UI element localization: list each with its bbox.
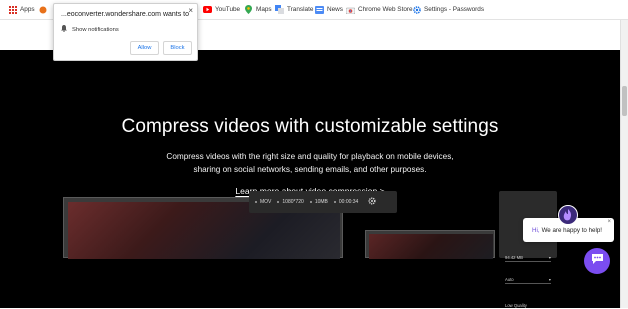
chat-greeting-text: We are happy to help! — [541, 226, 602, 234]
bookmark-label: Translate — [287, 6, 314, 13]
auto-value: Auto — [505, 277, 514, 282]
chat-greeting-hi: Hi, — [532, 226, 540, 234]
chat-agent-avatar — [558, 205, 578, 225]
bookmark-translate[interactable]: Translate — [275, 5, 313, 14]
translate-icon — [275, 5, 284, 14]
allow-button[interactable]: Allow — [130, 41, 159, 55]
bookmark-label: Chrome Web Store — [358, 6, 413, 13]
compression-settings-strip: MOV 1080*720 10MB 00:00:34 — [249, 191, 397, 213]
chat-open-button[interactable] — [584, 248, 610, 274]
bell-icon — [61, 25, 67, 34]
page-scrollbar[interactable] — [620, 20, 628, 308]
bookmark-apps[interactable]: Apps — [8, 5, 35, 14]
bookmark-partial[interactable] — [38, 5, 47, 14]
resolution-setting[interactable]: 1080*720 — [277, 199, 304, 205]
bookmark-maps[interactable]: Maps — [244, 5, 272, 14]
block-button[interactable]: Block — [163, 41, 192, 55]
video-thumbnail-small — [369, 234, 493, 259]
duration-setting[interactable]: 00:00:34 — [333, 199, 358, 205]
video-preview-small — [365, 230, 495, 259]
hero-description-line-2: sharing on social networks, sending emai… — [193, 164, 427, 174]
apps-grid-icon — [8, 5, 17, 14]
file-size-value: 94.42 MB — [505, 255, 523, 260]
bookmark-label: Settings - Passwords — [424, 6, 485, 13]
chat-close-icon[interactable]: × — [607, 219, 611, 225]
hero-title: Compress videos with customizable settin… — [121, 116, 499, 137]
chrome-web-store-icon — [346, 5, 355, 14]
gear-icon[interactable] — [368, 197, 376, 207]
bookmark-youtube[interactable]: YouTube — [203, 5, 240, 14]
notification-permission-popup: ...eoconverter.wondershare.com wants to … — [53, 3, 198, 61]
bookmark-label: Maps — [256, 6, 272, 13]
bookmark-settings-passwords[interactable]: Settings - Passwords — [412, 5, 484, 14]
bookmark-label: YouTube — [215, 6, 241, 13]
quality-label-text: Low Quality — [505, 302, 527, 308]
scrollbar-thumb[interactable] — [622, 86, 627, 116]
chevron-down-icon: ▾ — [548, 277, 551, 282]
notification-prompt-title: ...eoconverter.wondershare.com wants to — [61, 11, 190, 18]
hero-section: Compress videos with customizable settin… — [0, 50, 620, 308]
settings-icon — [412, 5, 421, 14]
size-setting[interactable]: 10MB — [309, 199, 328, 205]
auto-select[interactable]: Auto ▾ — [505, 276, 551, 284]
close-icon[interactable]: × — [188, 6, 193, 15]
bookmark-apps-label: Apps — [20, 6, 35, 13]
bookmark-news[interactable]: News — [315, 5, 343, 14]
chat-icon — [591, 252, 604, 270]
bookmark-chrome-web-store[interactable]: Chrome Web Store — [346, 5, 413, 14]
notification-message: Show notifications — [72, 26, 119, 33]
youtube-icon — [203, 5, 212, 14]
maps-icon — [244, 5, 253, 14]
bookmark-label: News — [327, 6, 343, 13]
notification-request-row: Show notifications — [61, 25, 119, 34]
hero-description: Compress videos with the right size and … — [0, 151, 620, 176]
bookmark-favicon-icon — [38, 5, 47, 14]
hero-description-line-1: Compress videos with the right size and … — [166, 152, 454, 161]
news-icon — [315, 5, 324, 14]
format-setting[interactable]: MOV — [255, 199, 271, 205]
chevron-down-icon: ▾ — [548, 255, 551, 260]
file-size-select[interactable]: 94.42 MB ▾ — [505, 254, 551, 262]
